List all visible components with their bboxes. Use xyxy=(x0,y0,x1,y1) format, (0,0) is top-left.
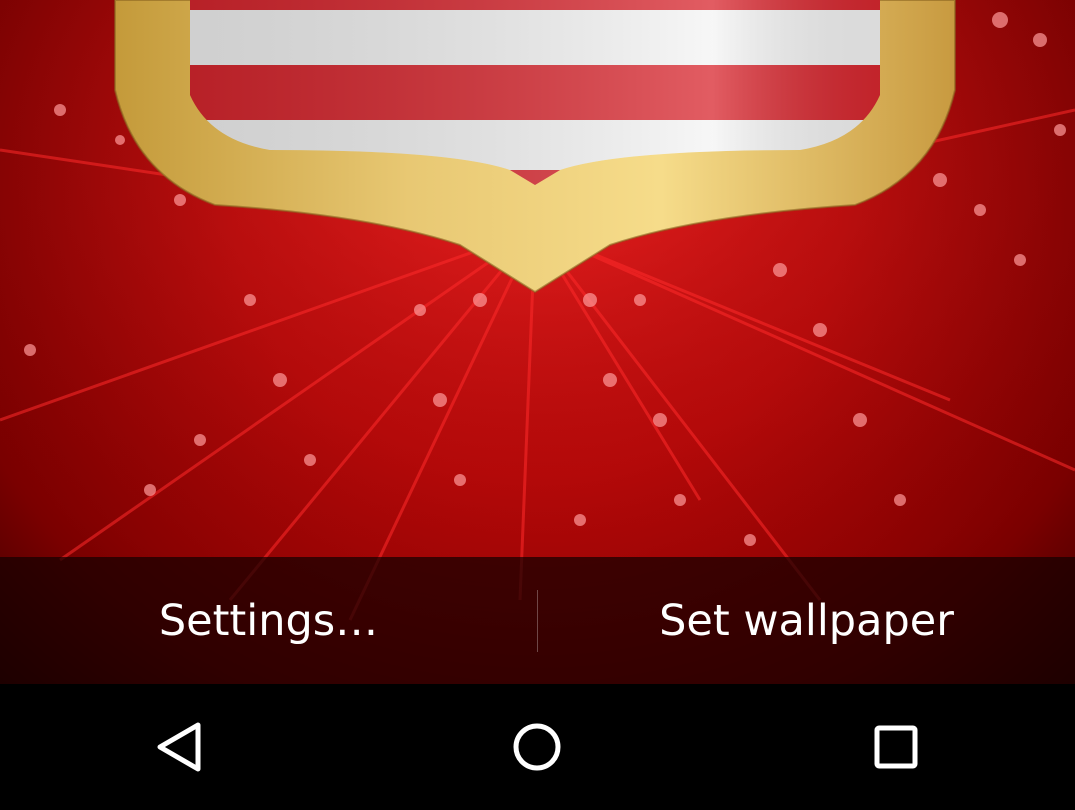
wallpaper-action-bar: Settings… Set wallpaper xyxy=(0,557,1075,684)
back-triangle-icon xyxy=(157,722,201,772)
settings-button-label: Settings… xyxy=(158,595,379,646)
set-wallpaper-button-label: Set wallpaper xyxy=(659,595,954,646)
set-wallpaper-button[interactable]: Set wallpaper xyxy=(538,557,1075,684)
system-navigation-bar xyxy=(0,684,1075,810)
recents-button[interactable] xyxy=(826,684,966,810)
home-circle-icon xyxy=(513,723,561,771)
settings-button[interactable]: Settings… xyxy=(0,557,537,684)
recents-square-icon xyxy=(874,725,918,769)
home-button[interactable] xyxy=(467,684,607,810)
back-button[interactable] xyxy=(109,684,249,810)
